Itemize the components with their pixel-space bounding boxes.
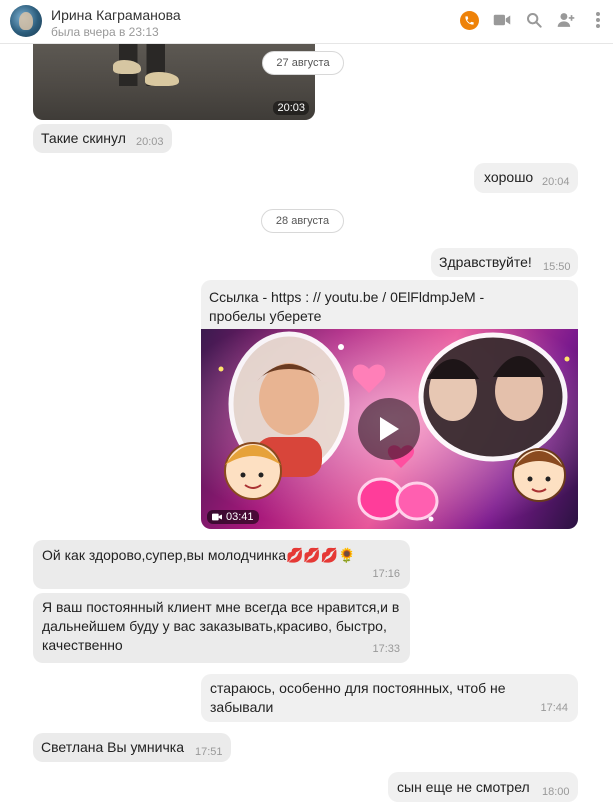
message-time: 15:50 (543, 261, 571, 273)
add-user-icon[interactable] (556, 11, 575, 30)
link-text-line: пробелы уберете (209, 308, 322, 324)
video-camera-icon (212, 513, 222, 521)
message-time: 18:00 (542, 786, 570, 798)
message-time: 17:16 (372, 568, 400, 580)
message-text: сын еще не смотрел (397, 779, 530, 795)
message-text: Светлана Вы умничка (41, 739, 185, 755)
photo-content (113, 60, 141, 74)
contact-name[interactable]: Ирина Каграманова (51, 7, 181, 23)
message-time: 17:51 (195, 746, 223, 758)
video-duration: 03:41 (226, 511, 254, 523)
message-incoming[interactable]: Светлана Вы умничка 17:51 (33, 733, 231, 762)
header-actions (460, 10, 607, 30)
message-outgoing[interactable]: хорошо 20:04 (474, 163, 578, 193)
photo-time: 20:03 (273, 101, 309, 115)
play-button[interactable] (358, 398, 420, 460)
message-text: стараюсь, особенно для постоянных, чтоб … (210, 680, 506, 715)
message-outgoing[interactable]: Здравствуйте! 15:50 (431, 248, 578, 277)
photo-content (145, 72, 179, 86)
video-preview[interactable]: 03:41 (201, 329, 578, 529)
message-text: Здравствуйте! (439, 254, 532, 270)
date-separator: 28 августа (261, 209, 344, 233)
message-time: 17:44 (540, 702, 568, 714)
message-text: Такие скинул (41, 130, 126, 146)
more-icon[interactable] (588, 11, 607, 30)
message-time: 20:03 (136, 136, 164, 148)
chat-header: Ирина Каграманова была вчера в 23:13 (0, 0, 613, 44)
message-text: Я ваш постоянный клиент мне всегда все н… (42, 599, 400, 653)
video-icon[interactable] (492, 11, 511, 30)
avatar[interactable] (10, 5, 42, 37)
message-text: хорошо (484, 169, 534, 185)
date-separator: 27 августа (262, 51, 344, 75)
message-outgoing[interactable]: стараюсь, особенно для постоянных, чтоб … (201, 674, 578, 722)
message-time: 20:04 (542, 176, 570, 188)
message-list[interactable]: 20:03 27 августа Такие скинул 20:03 хоро… (0, 40, 613, 811)
link-message[interactable]: Ссылка - https : // youtu.be / 0ElFldmpJ… (201, 280, 578, 529)
search-icon[interactable] (524, 11, 543, 30)
message-time: 17:33 (372, 643, 400, 655)
link-text-line[interactable]: Ссылка - https : // youtu.be / 0ElFldmpJ… (209, 288, 569, 307)
link-text: Ссылка - https : // youtu.be / 0ElFldmpJ… (209, 288, 569, 326)
message-text: Ой как здорово,супер,вы молодчинка💋💋💋🌻 (42, 547, 356, 563)
video-duration-badge: 03:41 (207, 510, 259, 524)
message-incoming[interactable]: Такие скинул 20:03 (33, 124, 172, 153)
last-seen-status: была вчера в 23:13 (51, 25, 159, 39)
message-incoming[interactable]: Я ваш постоянный клиент мне всегда все н… (33, 593, 410, 663)
message-incoming[interactable]: Ой как здорово,супер,вы молодчинка💋💋💋🌻 1… (33, 540, 410, 589)
message-outgoing[interactable]: сын еще не смотрел 18:00 (388, 772, 578, 802)
phone-icon[interactable] (460, 10, 479, 30)
